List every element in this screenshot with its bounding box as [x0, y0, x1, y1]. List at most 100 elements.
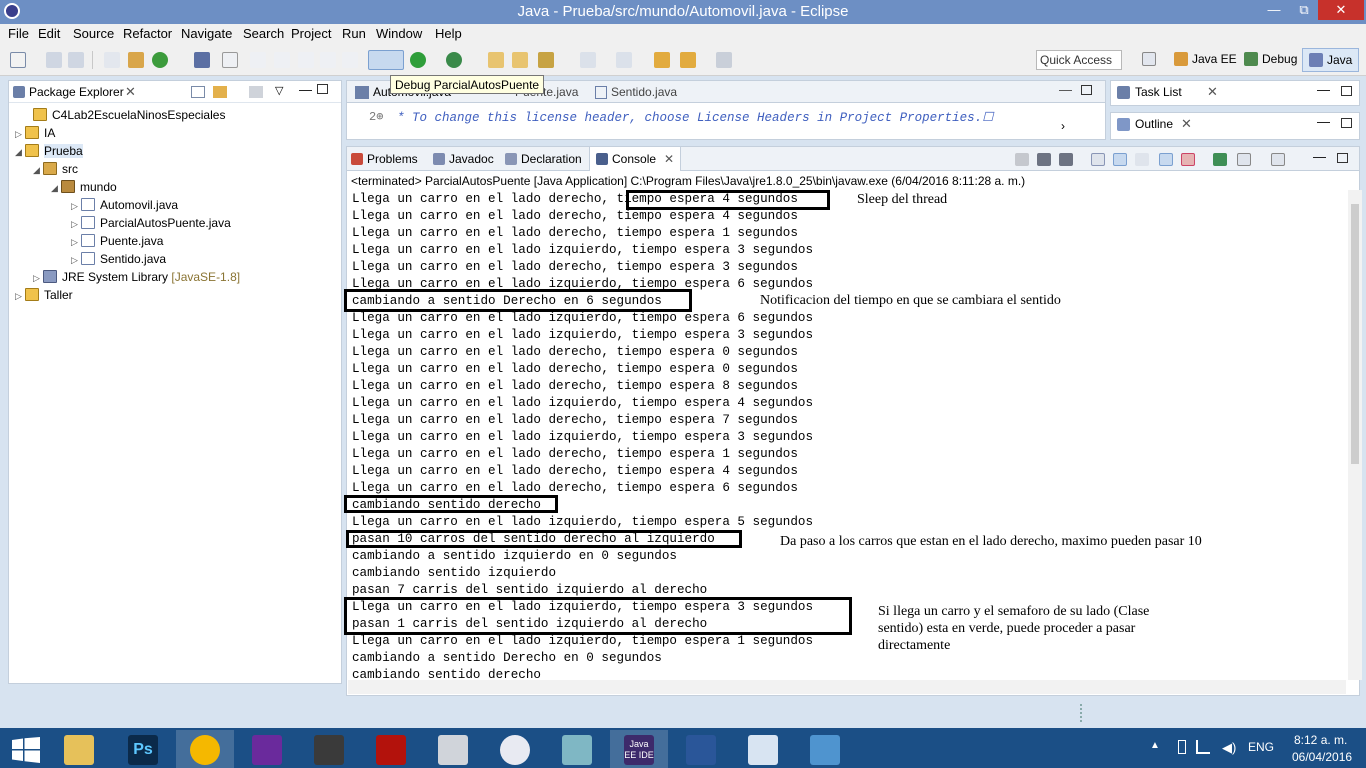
tree-item[interactable]: ▷ ParcialAutosPuente.java: [71, 214, 231, 232]
close-icon[interactable]: ✕: [664, 152, 674, 166]
forward-icon[interactable]: [716, 52, 732, 68]
taskbar-eclipse[interactable]: Java EE IDE: [610, 730, 668, 768]
collapse-arrow-icon[interactable]: ◢: [15, 143, 25, 161]
taskbar-file-explorer[interactable]: [50, 730, 108, 768]
show-hidden-icons-icon[interactable]: ▲: [1150, 740, 1160, 751]
close-icon[interactable]: ✕: [1181, 116, 1192, 132]
save-all-icon[interactable]: [68, 52, 84, 68]
tree-item[interactable]: ▷ Taller: [15, 286, 73, 304]
taskbar-word[interactable]: [672, 730, 730, 768]
taskbar-notepad[interactable]: [548, 730, 606, 768]
save-icon[interactable]: [46, 52, 62, 68]
step-into-icon[interactable]: [250, 52, 266, 68]
taskbar-game[interactable]: [300, 730, 358, 768]
minimize-icon[interactable]: —: [1317, 82, 1330, 97]
menu-run[interactable]: Run: [342, 26, 366, 41]
tab-sentido[interactable]: Sentido.java: [611, 85, 677, 99]
perspective-java-ee[interactable]: Java EE: [1174, 52, 1237, 66]
remove-all-icon[interactable]: [1059, 153, 1073, 166]
language-indicator[interactable]: ENG: [1248, 740, 1274, 754]
menu-source[interactable]: Source: [73, 26, 114, 41]
show-stdout-icon[interactable]: [1159, 153, 1173, 166]
print-icon[interactable]: [104, 52, 120, 68]
tree-item[interactable]: ▷ IA: [15, 124, 55, 142]
clock-time[interactable]: 8:12 a. m.: [1294, 733, 1347, 747]
expand-arrow-icon[interactable]: ▷: [71, 233, 81, 251]
scroll-right-icon[interactable]: ›: [1061, 119, 1065, 133]
coverage-icon[interactable]: [446, 52, 462, 68]
restore-button[interactable]: ⧉: [1290, 0, 1318, 20]
taskbar-acrobat[interactable]: [362, 730, 420, 768]
menu-navigate[interactable]: Navigate: [181, 26, 232, 41]
menu-file[interactable]: File: [8, 26, 29, 41]
perspective-java[interactable]: Java: [1302, 48, 1360, 72]
expand-arrow-icon[interactable]: ▷: [33, 269, 43, 287]
code-line[interactable]: * To change this license header, choose …: [397, 109, 993, 125]
tab-console[interactable]: Console ✕: [589, 147, 682, 171]
expand-arrow-icon[interactable]: ▷: [71, 251, 81, 269]
remove-launch-icon[interactable]: [1037, 153, 1051, 166]
skip-breakpoints-icon[interactable]: [222, 52, 238, 68]
close-button[interactable]: ✕: [1318, 0, 1364, 20]
tree-item[interactable]: ◢ Prueba: [15, 142, 83, 160]
debug-icon[interactable]: [368, 50, 404, 70]
maximize-icon[interactable]: [317, 84, 328, 94]
next-annotation-icon[interactable]: [580, 52, 596, 68]
tab-declaration[interactable]: Declaration: [505, 152, 582, 166]
task-list-title[interactable]: Task List: [1135, 85, 1182, 99]
tree-item[interactable]: ◢ mundo: [51, 178, 117, 196]
open-type-icon[interactable]: [488, 52, 504, 68]
taskbar-visual-studio[interactable]: [238, 730, 296, 768]
tree-item[interactable]: C4Lab2EscuelaNinosEspeciales: [33, 106, 225, 124]
taskbar-photoshop[interactable]: Ps: [114, 730, 172, 768]
search-icon[interactable]: [538, 52, 554, 68]
maximize-icon[interactable]: [1337, 153, 1348, 163]
quick-access-input[interactable]: Quick Access: [1036, 50, 1122, 70]
collapse-all-icon[interactable]: [191, 86, 205, 98]
menu-refactor[interactable]: Refactor: [123, 26, 172, 41]
taskbar-photos[interactable]: [796, 730, 854, 768]
expand-arrow-icon[interactable]: ▷: [15, 125, 25, 143]
minimize-button[interactable]: —: [1260, 0, 1288, 20]
perspective-debug[interactable]: Debug: [1244, 52, 1297, 66]
minimize-icon[interactable]: —: [1059, 82, 1072, 97]
open-perspective-button[interactable]: [1142, 52, 1160, 66]
back-icon[interactable]: [680, 52, 696, 68]
new-java-project-icon[interactable]: [128, 52, 144, 68]
run-icon[interactable]: [410, 52, 426, 68]
link-editor-icon[interactable]: [213, 86, 227, 98]
pin-console-icon[interactable]: [1213, 153, 1227, 166]
vertical-scrollbar[interactable]: [1348, 190, 1362, 680]
horizontal-scrollbar[interactable]: [348, 680, 1346, 694]
tree-item[interactable]: ▷ Sentido.java: [71, 250, 166, 268]
refresh-icon[interactable]: [152, 52, 168, 68]
focus-icon[interactable]: [249, 86, 263, 98]
expand-arrow-icon[interactable]: ▷: [15, 287, 25, 305]
step-over-icon[interactable]: [274, 52, 290, 68]
scrollbar-thumb[interactable]: [1351, 204, 1359, 464]
last-edit-icon[interactable]: [654, 52, 670, 68]
tab-javadoc[interactable]: Javadoc: [433, 152, 494, 166]
taskbar-paint[interactable]: [734, 730, 792, 768]
minimize-icon[interactable]: —: [299, 82, 312, 97]
display-console-icon[interactable]: [1237, 153, 1251, 166]
outline-title[interactable]: Outline: [1135, 117, 1173, 131]
terminate-icon[interactable]: [1015, 153, 1029, 166]
prev-annotation-icon[interactable]: [616, 52, 632, 68]
maximize-icon[interactable]: [1081, 85, 1092, 95]
menu-project[interactable]: Project: [291, 26, 331, 41]
open-task-icon[interactable]: [512, 52, 528, 68]
volume-icon[interactable]: ◀): [1222, 740, 1236, 756]
close-icon[interactable]: ✕: [125, 84, 136, 100]
tree-item[interactable]: ▷ Automovil.java: [71, 196, 178, 214]
maximize-icon[interactable]: [1341, 86, 1352, 96]
wifi-icon[interactable]: [1196, 740, 1210, 754]
open-console-icon[interactable]: [1271, 153, 1285, 166]
scroll-lock-icon[interactable]: [1113, 153, 1127, 166]
expand-arrow-icon[interactable]: ▷: [71, 197, 81, 215]
drop-to-frame-icon[interactable]: [320, 52, 336, 68]
taskbar-chrome[interactable]: [176, 730, 234, 768]
tree-item[interactable]: ▷ JRE System Library [JavaSE-1.8]: [33, 268, 240, 286]
collapse-arrow-icon[interactable]: ◢: [51, 179, 61, 197]
use-step-filters-icon[interactable]: [342, 52, 358, 68]
